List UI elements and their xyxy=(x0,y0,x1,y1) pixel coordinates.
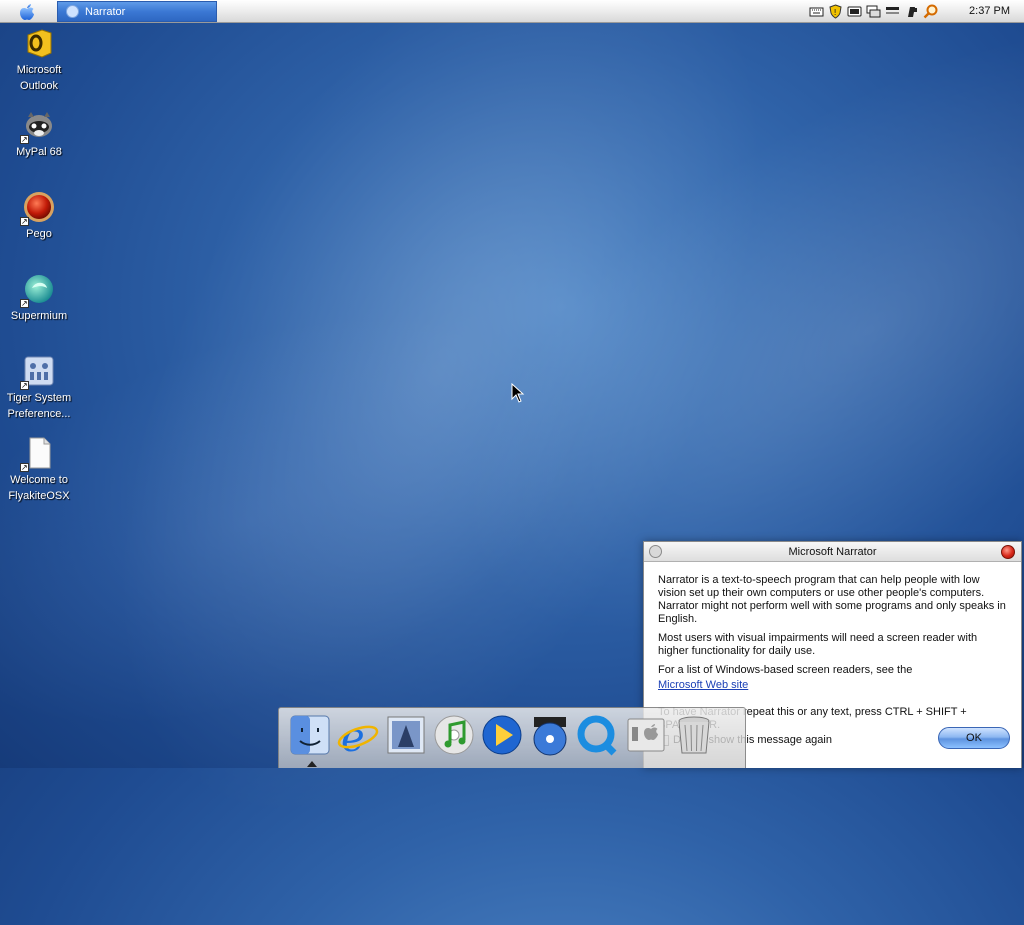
shortcut-arrow-icon xyxy=(20,214,29,230)
mail-icon xyxy=(387,716,425,754)
menu-bar: Narrator ! 2:37 PM xyxy=(0,0,1024,23)
dialog-titlebar[interactable]: Microsoft Narrator xyxy=(644,542,1021,562)
narrator-app-icon xyxy=(649,545,662,558)
desktop-icon-tiger-system-preferences[interactable]: Tiger System Preference... xyxy=(0,354,78,422)
trash-icon xyxy=(678,716,710,754)
dialog-title: Microsoft Narrator xyxy=(788,546,877,558)
document-icon xyxy=(20,436,56,476)
desktop-icon-label: Microsoft Outlook xyxy=(16,64,62,92)
taskbar-button-narrator[interactable]: Narrator xyxy=(57,1,217,22)
quicktime-icon xyxy=(577,715,617,756)
menu-clock[interactable]: 2:37 PM xyxy=(969,5,1010,17)
desktop-icon-label: Tiger System Preference... xyxy=(6,392,72,420)
dock-item-mail[interactable] xyxy=(383,713,429,763)
wallpaper-streak xyxy=(0,0,900,925)
system-preferences-icon xyxy=(20,354,56,394)
shortcut-arrow-icon xyxy=(20,460,29,476)
apple-menu-icon[interactable] xyxy=(16,2,38,21)
dialog-paragraph: For a list of Windows-based screen reade… xyxy=(658,664,913,676)
dock-item-quicktime[interactable] xyxy=(575,713,621,763)
red-orb-icon xyxy=(20,190,56,230)
itunes-icon xyxy=(434,715,474,755)
shortcut-arrow-icon xyxy=(20,132,29,148)
outlook-icon xyxy=(22,26,56,60)
dock-item-trash[interactable] xyxy=(671,713,717,763)
desktop-icon-label: Supermium xyxy=(10,310,68,322)
dock-item-itunes[interactable] xyxy=(431,713,477,763)
system-icon xyxy=(627,718,665,752)
shield-icon[interactable]: ! xyxy=(828,4,843,19)
supermium-icon xyxy=(20,272,56,312)
dialog-paragraph: Narrator is a text-to-speech program tha… xyxy=(658,574,1006,625)
dialog-paragraph: Most users with visual impairments will … xyxy=(658,632,978,657)
close-button[interactable] xyxy=(1001,545,1015,559)
narrator-app-icon xyxy=(66,5,79,18)
internet-explorer-icon: e xyxy=(337,715,379,757)
media-player-icon xyxy=(482,715,522,755)
desktop-icon-supermium[interactable]: Supermium xyxy=(0,272,78,324)
shortcut-arrow-icon xyxy=(20,378,29,394)
network-bars-icon[interactable] xyxy=(885,4,900,19)
mouse-cursor-icon xyxy=(511,383,525,403)
dock-item-internet-explorer[interactable]: e xyxy=(335,713,381,763)
search-icon[interactable] xyxy=(923,4,938,19)
system-tray: ! xyxy=(809,3,938,20)
desktop-icon-label: MyPal 68 xyxy=(16,146,62,158)
svg-text:!: ! xyxy=(834,8,837,17)
desktop-icon-outlook[interactable]: Microsoft Outlook xyxy=(0,26,78,94)
raccoon-icon xyxy=(20,108,56,148)
running-indicator xyxy=(307,761,317,767)
dock-item-dvd-player[interactable] xyxy=(527,713,573,763)
desktop-icon-welcome-document[interactable]: Welcome to FlyakiteOSX xyxy=(0,436,78,504)
desktop-icon-label: Welcome to FlyakiteOSX xyxy=(8,474,70,502)
desktop-icon-label: Pego xyxy=(26,228,52,240)
display-icon[interactable] xyxy=(847,4,862,19)
microsoft-website-link[interactable]: Microsoft Web site xyxy=(658,679,748,691)
network-icon[interactable] xyxy=(866,4,881,19)
dock: e xyxy=(278,707,746,768)
shortcut-arrow-icon xyxy=(20,296,29,312)
dock-item-media-player[interactable] xyxy=(479,713,525,763)
dock-item-system[interactable] xyxy=(623,713,669,763)
desktop-icon-pego[interactable]: Pego xyxy=(0,190,78,242)
taskbar-button-label: Narrator xyxy=(85,5,126,18)
keyboard-icon[interactable] xyxy=(809,4,824,19)
usb-icon[interactable] xyxy=(904,4,919,19)
desktop-icon-mypal[interactable]: MyPal 68 xyxy=(0,108,78,160)
dvd-player-icon xyxy=(533,717,567,756)
ok-button[interactable]: OK xyxy=(938,727,1010,749)
dock-item-finder[interactable] xyxy=(287,713,333,767)
finder-icon xyxy=(290,715,330,755)
